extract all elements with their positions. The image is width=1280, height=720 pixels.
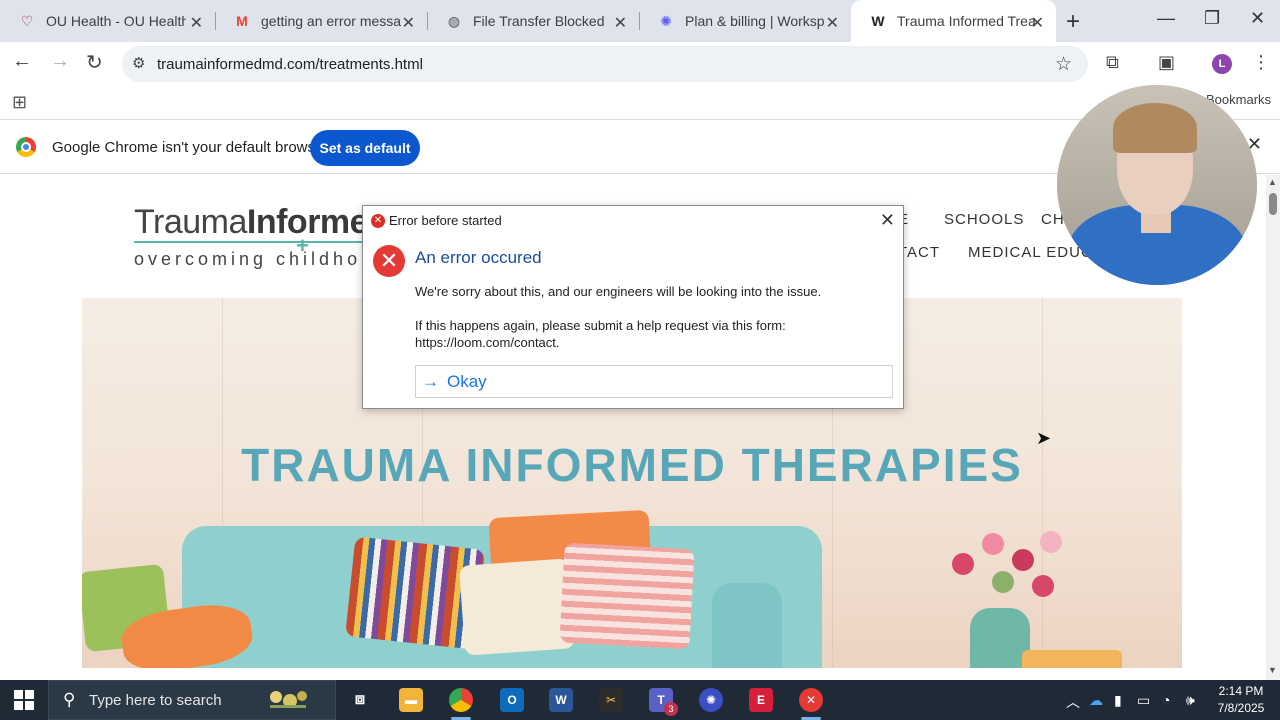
dialog-title: Error before started [389,213,502,228]
webcam-person-hair [1113,103,1197,153]
dialog-message: We're sorry about this, and our engineer… [415,284,822,299]
tab-title: getting an error message [261,13,401,29]
sofa-arm-image [712,583,782,668]
tab-plan-billing[interactable]: ✺ Plan & billing | Workspace ✕ [639,0,851,42]
mouse-cursor-icon: ➤ [1036,428,1052,448]
tab-file-transfer[interactable]: ◍ File Transfer Blocked ✕ [427,0,639,42]
taskbar-search[interactable]: ⚲ Type here to search [48,680,336,720]
tab-ou-health[interactable]: ♡ OU Health - OU Health Hu ✕ [0,0,215,42]
tab-trauma-informed[interactable]: W Trauma Informed Treatme ✕ [851,0,1056,42]
outlook-icon[interactable]: O [500,688,524,712]
scrollbar-thumb[interactable] [1269,193,1277,215]
tab-strip: ♡ OU Health - OU Health Hu ✕ M getting a… [0,0,1280,42]
hero-title: TRAUMA INFORMED THERAPIES [241,439,1023,491]
search-placeholder: Type here to search [89,692,222,709]
nav-link-contact[interactable]: TACT [898,244,940,261]
teams-badge: 3 [664,702,678,716]
minimize-icon[interactable]: — [1157,8,1175,29]
chrome-logo-icon [16,137,36,157]
webcam-bubble[interactable] [1057,85,1257,285]
logo-text-regular: Trauma [134,203,247,241]
profile-avatar[interactable]: L [1212,54,1232,74]
error-app-icon[interactable]: ✕ [799,688,823,720]
extensions-icon[interactable]: ⧉ [1106,52,1119,73]
apps-grid-icon[interactable]: ⊞ [12,92,27,113]
tab-title: OU Health - OU Health Hu [46,13,186,29]
loom-icon[interactable]: ✺ [699,688,723,712]
scroll-up-icon[interactable]: ▲ [1268,177,1277,187]
close-tab-icon[interactable]: ✕ [190,13,203,33]
reload-icon[interactable]: ↻ [86,50,103,75]
page-scrollbar[interactable]: ▲ ▼ [1266,175,1280,680]
vase-image [970,608,1030,668]
search-icon: ⚲ [63,690,76,709]
workspace-icon: ✺ [660,12,672,29]
tab-title: File Transfer Blocked [473,13,605,29]
weebly-icon: W [871,13,885,29]
error-dialog: ✕ Error before started ✕ ✕ An error occu… [362,205,904,409]
epic-icon[interactable]: E [749,688,773,712]
gmail-icon: M [236,13,248,29]
basket-image [1022,650,1122,668]
task-view-icon[interactable]: ⧈ [348,688,372,712]
wifi-icon[interactable]: ◔ [1162,692,1170,708]
new-tab-icon[interactable]: + [1066,8,1080,36]
error-small-icon: ✕ [371,214,385,228]
usb-icon[interactable]: ▮ [1114,692,1122,709]
word-icon[interactable]: W [549,688,573,712]
site-info-icon[interactable]: ⚙ [132,54,145,72]
close-window-icon[interactable]: ✕ [1250,8,1265,29]
dialog-help-message: If this happens again, please submit a h… [415,318,786,350]
nav-link-schools[interactable]: SCHOOLS [944,211,1024,228]
tab-title: Plan & billing | Workspace [685,13,825,29]
dialog-close-icon[interactable]: ✕ [880,210,895,231]
okay-button-label: Okay [447,371,487,391]
url-text[interactable]: traumainformedmd.com/treatments.html [157,56,423,73]
clock-date: 7/8/2025 [1217,701,1265,715]
address-bar[interactable]: ⚙ traumainformedmd.com/treatments.html ☆ [122,46,1088,82]
show-hidden-icons[interactable]: ︿ [1066,692,1080,712]
chrome-taskbar-icon[interactable] [449,688,473,720]
arrow-right-icon: → [422,371,439,391]
windows-start-icon[interactable] [14,690,34,710]
search-highlight-art [270,691,307,708]
close-tab-icon[interactable]: ✕ [826,13,839,33]
close-tab-icon[interactable]: ✕ [614,13,627,33]
file-explorer-icon[interactable]: ▬ [399,688,423,712]
snipping-tool-icon[interactable]: ✂ [599,688,623,712]
dialog-heading: An error occured [415,248,542,267]
ou-health-icon: ♡ [20,12,34,29]
logo-tagline: overcoming childho [134,249,362,269]
scroll-down-icon[interactable]: ▼ [1268,665,1277,675]
clock-time: 2:14 PM [1218,684,1264,698]
pillow-image [559,542,695,650]
windows-taskbar: ⚲ Type here to search ⧈ ▬ O W ✂ T 3 ✺ E … [0,680,1280,720]
dialog-titlebar: ✕ Error before started ✕ [363,206,903,236]
error-icon: ✕ [373,245,405,277]
globe-icon: ◍ [447,12,461,29]
bookmark-star-icon[interactable]: ☆ [1055,53,1072,76]
forward-icon[interactable]: → [50,50,70,73]
close-tab-icon[interactable]: ✕ [402,13,415,33]
back-icon[interactable]: ← [12,50,32,73]
battery-icon[interactable]: ▭ [1137,692,1150,709]
system-clock[interactable]: 2:14 PM 7/8/2025 [1210,683,1272,717]
tab-title: Trauma Informed Treatme [897,13,1035,29]
pillow-image [458,558,576,656]
tab-search-icon[interactable]: ▣ [1158,52,1175,73]
site-logo[interactable]: TraumaInformed [134,203,389,242]
restore-icon[interactable]: ❐ [1204,8,1220,29]
onedrive-icon[interactable]: ☁ [1089,692,1103,709]
infobar-message: Google Chrome isn't your default browser [52,139,329,156]
okay-button[interactable]: → Okay [415,365,893,398]
logo-divider [134,241,364,243]
set-as-default-button[interactable]: Set as default [310,130,420,166]
browser-toolbar: ← → ↻ ⚙ traumainformedmd.com/treatments.… [0,42,1280,84]
menu-icon[interactable]: ⋮ [1252,52,1270,73]
close-tab-icon[interactable]: ✕ [1031,13,1044,33]
volume-icon[interactable]: 🕪 [1186,692,1195,709]
tab-gmail[interactable]: M getting an error message ✕ [215,0,427,42]
